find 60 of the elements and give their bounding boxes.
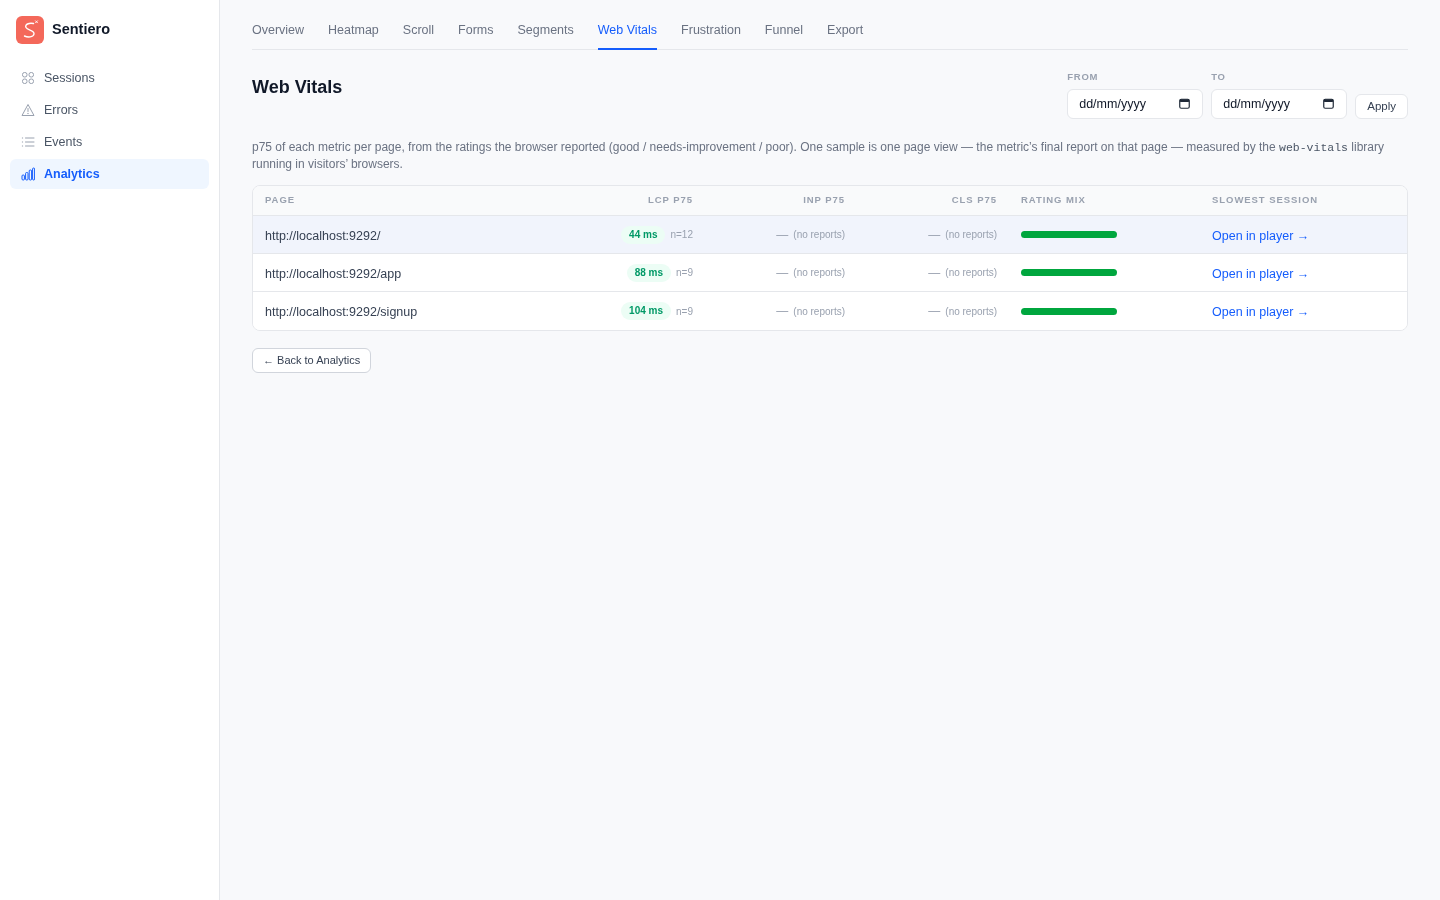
bar-chart-icon: [21, 167, 35, 181]
no-reports-note: (no reports): [945, 228, 997, 242]
calendar-icon[interactable]: [1323, 98, 1335, 109]
column-header: RATING MIX: [1021, 193, 1086, 208]
tab[interactable]: Overview: [252, 14, 305, 50]
brand-name: Sentiero: [52, 20, 110, 40]
sidebar-item[interactable]: Errors: [10, 95, 209, 125]
open-in-player-link[interactable]: Open in player →: [1212, 266, 1310, 281]
page-url: http://localhost:9292/: [265, 228, 381, 243]
sample-count: n=12: [670, 228, 693, 242]
tab[interactable]: Segments: [517, 14, 574, 50]
grid-icon: [21, 71, 35, 85]
sample-count: n=9: [676, 304, 693, 319]
column-header: LCP P75: [647, 193, 693, 208]
no-reports-note: (no reports): [945, 304, 997, 319]
page-url: http://localhost:9292/signup: [265, 305, 418, 319]
tab[interactable]: Funnel: [764, 14, 804, 50]
empty-dash: —: [776, 264, 789, 282]
table-row[interactable]: http://localhost:9292/ 44 ms n=12 — (no reports) — (no reports) Open in player →: [253, 216, 1407, 254]
column-header: PAGE: [265, 193, 296, 208]
calendar-icon[interactable]: [1179, 98, 1191, 109]
warning-icon: [21, 103, 35, 117]
open-in-player-link[interactable]: Open in player →: [1212, 228, 1310, 243]
list-icon: [21, 135, 35, 149]
sidebar-item[interactable]: Events: [10, 127, 209, 157]
tab[interactable]: Frustration: [681, 14, 741, 50]
empty-dash: —: [776, 226, 789, 244]
sidebar-item[interactable]: Sessions: [10, 63, 209, 93]
tab[interactable]: Scroll: [402, 14, 435, 50]
metric-badge: 44 ms: [621, 225, 666, 244]
page-title: Web Vitals: [252, 76, 343, 98]
open-in-player-link[interactable]: Open in player →: [1212, 305, 1310, 319]
date-field[interactable]: dd/mm/yyyy: [1067, 89, 1204, 119]
empty-dash: —: [928, 303, 941, 320]
no-reports-note: (no reports): [945, 266, 997, 280]
metric-badge: 104 ms: [621, 302, 672, 320]
metric-badge: 88 ms: [626, 263, 672, 282]
apply-button[interactable]: Apply: [1355, 94, 1408, 119]
empty-dash: —: [928, 264, 941, 282]
filter-label: TO: [1211, 70, 1227, 84]
tab[interactable]: Web Vitals: [597, 14, 658, 50]
logo-icon: [16, 16, 44, 44]
tab[interactable]: Forms: [458, 14, 494, 50]
tab[interactable]: Heatmap: [328, 14, 379, 50]
description-text: p75 of each metric per page, from the ratings the browser reported (good / needs-improvement / poor). One sample is one page view — the metric’s final report on that page — measured by the web-vitals library running in visitors’ browsers.: [252, 139, 1385, 172]
empty-dash: —: [776, 303, 789, 320]
sidebar-item[interactable]: Analytics: [10, 159, 209, 189]
column-header: INP P75: [803, 193, 845, 208]
column-header: CLS P75: [951, 193, 997, 208]
date-field[interactable]: dd/mm/yyyy: [1211, 89, 1348, 119]
tab[interactable]: Export: [827, 14, 864, 50]
sample-count: n=9: [676, 266, 693, 280]
no-reports-note: (no reports): [793, 266, 845, 280]
empty-dash: —: [928, 226, 941, 244]
column-header: SLOWEST SESSION: [1212, 193, 1319, 208]
no-reports-note: (no reports): [793, 304, 845, 319]
page-url: http://localhost:9292/app: [265, 266, 402, 281]
back-to-analytics-button[interactable]: ← Back to Analytics: [252, 348, 372, 373]
no-reports-note: (no reports): [793, 228, 845, 242]
filter-label: FROM: [1067, 70, 1100, 84]
